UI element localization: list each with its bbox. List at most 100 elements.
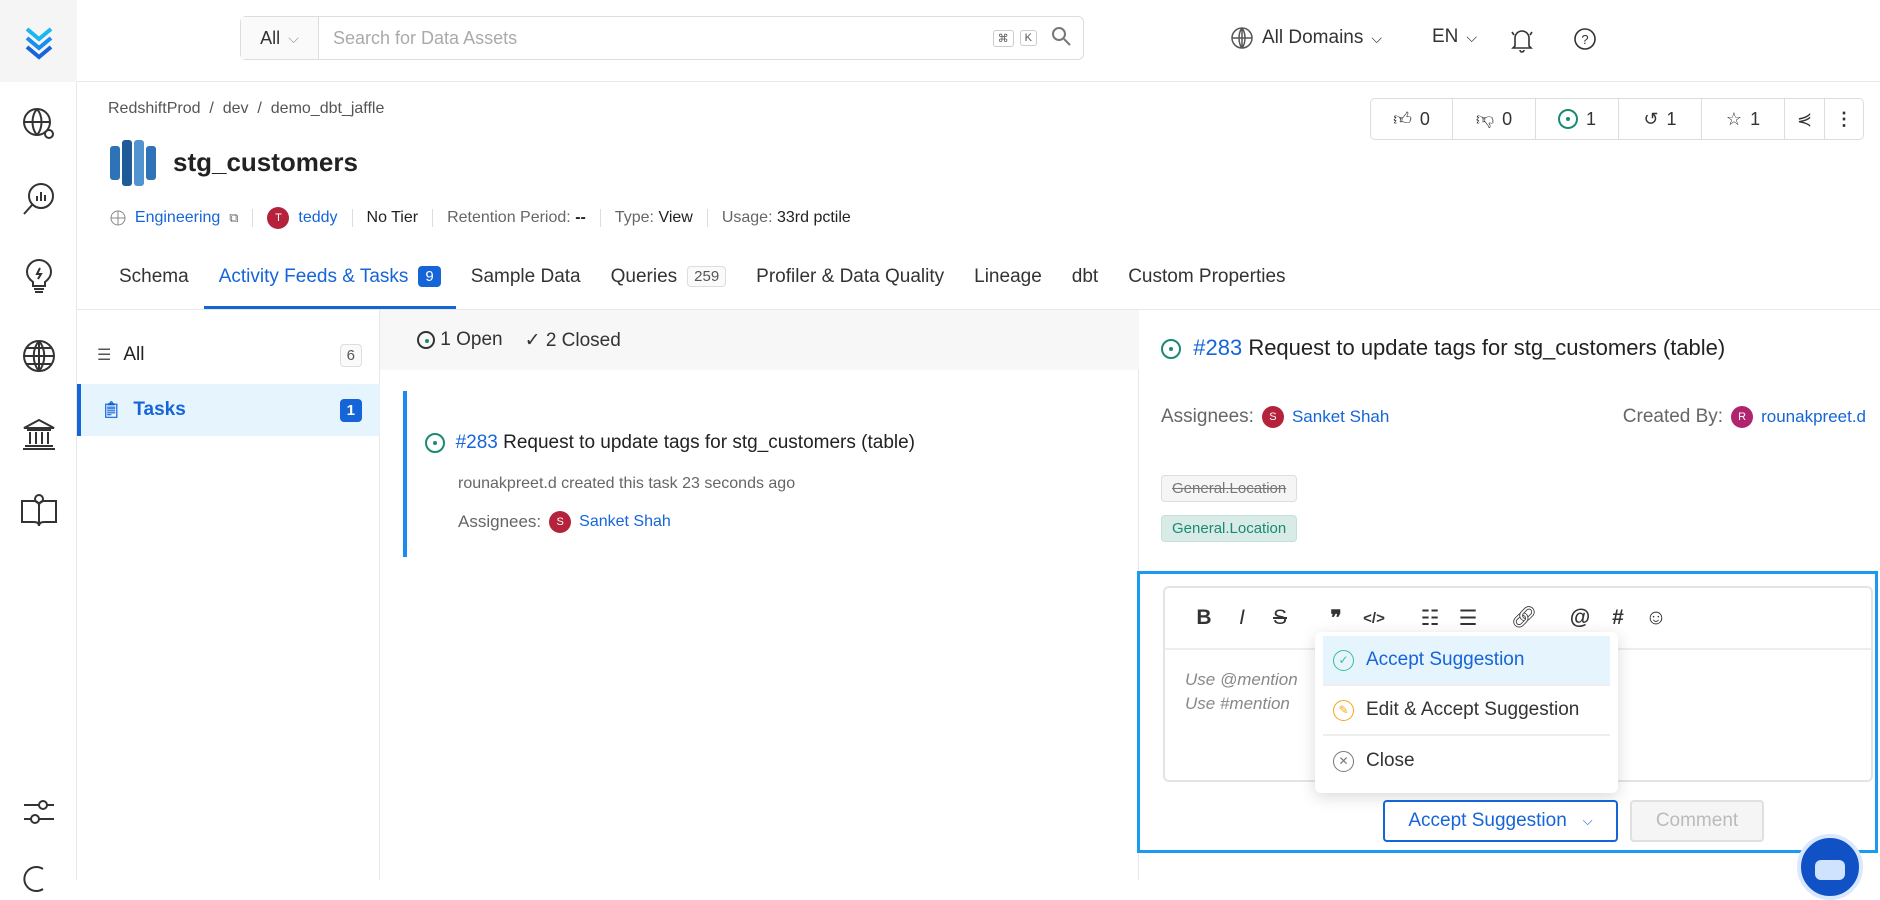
tab-label: Schema [119,266,189,287]
owner-link[interactable]: teddy [298,209,337,227]
accept-suggestion-button[interactable]: Accept Suggestion ⌵ [1383,800,1618,842]
tab-schema[interactable]: Schema [104,262,204,309]
quote-icon[interactable]: ❞ [1317,606,1355,631]
filter-tasks[interactable]: 📋︎ Tasks 1 [77,384,380,436]
tab-queries[interactable]: Queries 259 [596,262,742,309]
menu-edit-accept-suggestion[interactable]: ✎ Edit & Accept Suggestion [1323,686,1610,736]
bullet-list-icon[interactable]: ☰ [1449,606,1487,631]
ordered-list-icon[interactable]: ☷ [1411,606,1449,631]
created-by-label: Created By: [1622,406,1724,427]
logout-icon[interactable] [18,858,60,900]
emoji-icon[interactable]: ☺ [1637,606,1675,630]
tab-custom-properties[interactable]: Custom Properties [1113,262,1300,309]
kebab-menu-icon: ⋮ [1835,108,1853,129]
share-button[interactable]: ⋞ [1785,99,1825,139]
notifications-bell-icon[interactable] [1509,26,1535,59]
edit-domain-icon[interactable]: ⧉ [229,210,238,226]
closed-tasks-filter[interactable]: ✓ 2 Closed [525,329,621,352]
filter-all[interactable]: ☰ All 6 [77,329,380,381]
tier-label[interactable]: No Tier [367,209,419,227]
task-id-link[interactable]: #283 [456,432,498,453]
menu-accept-suggestion[interactable]: ✓ Accept Suggestion [1323,636,1610,686]
menu-label: Close [1366,750,1415,771]
redshift-icon [110,138,156,193]
hashtag-icon[interactable]: # [1599,606,1637,630]
assignee-link[interactable]: Sanket Shah [1292,407,1389,427]
comment-button[interactable]: Comment [1630,800,1764,842]
menu-label: Edit & Accept Suggestion [1366,699,1580,720]
version-count: 1 [1666,108,1677,129]
tab-count-badge: 9 [418,266,441,287]
tasks-button[interactable]: 1 [1536,99,1619,139]
dislike-button[interactable]: 👎︎ 0 [1453,99,1536,139]
task-status-bar: 1 Open ✓ 2 Closed [380,310,1139,370]
tab-lineage[interactable]: Lineage [959,262,1057,309]
version-button[interactable]: ↺ 1 [1619,99,1702,139]
filter-count: 6 [339,343,362,367]
glossary-book-icon[interactable] [18,490,60,532]
help-icon[interactable]: ? [1573,27,1597,56]
more-options-button[interactable]: ⋮ [1825,99,1863,139]
type-label: Type: [614,209,654,226]
follow-button[interactable]: ☆ 1 [1702,99,1785,139]
feed-filter-panel: ☰ All 6 📋︎ Tasks 1 [77,310,380,880]
search-input[interactable]: Search for Data Assets [319,28,993,49]
menu-close[interactable]: ✕ Close [1323,736,1610,786]
entity-meta: Engineering ⧉ T teddy No Tier Retention … [110,206,851,230]
app-logo[interactable] [0,0,77,82]
breadcrumb-database[interactable]: dev [223,100,249,117]
kbd-cmd: ⌘ [992,29,1014,47]
search-bar[interactable]: All ⌵ Search for Data Assets ⌘ K [240,16,1084,60]
mention-icon[interactable]: @ [1561,606,1599,630]
code-icon[interactable]: </> [1355,610,1393,627]
like-button[interactable]: 👍︎ 0 [1371,99,1453,139]
closed-label: 2 Closed [545,329,621,351]
search-icon[interactable] [1051,26,1071,51]
assignee-link[interactable]: Sanket Shah [579,513,671,531]
language-selector[interactable]: EN ⌵ [1432,26,1477,48]
creator-link[interactable]: rounakpreet.d [1761,407,1866,427]
domain-label: All Domains [1262,27,1364,48]
dislike-count: 0 [1502,108,1513,129]
insights-bulb-icon[interactable] [18,255,60,297]
assignees-label: Assignees: [1161,406,1254,427]
clipboard-icon: 📋︎ [101,402,122,419]
italic-icon[interactable]: I [1223,606,1261,630]
data-quality-icon[interactable] [18,178,60,220]
domain-link[interactable]: Engineering [135,209,220,227]
strikethrough-icon[interactable]: S [1261,606,1299,630]
assistant-bot-icon[interactable] [1797,834,1863,900]
chevron-down-icon: ⌵ [288,29,299,46]
settings-sliders-icon[interactable] [18,791,60,833]
search-scope-select[interactable]: All ⌵ [241,17,319,59]
check-icon: ✓ [524,329,541,351]
button-label: Comment [1655,810,1739,831]
breadcrumb-schema[interactable]: demo_dbt_jaffle [271,100,385,117]
link-icon[interactable]: 🔗︎ [1505,606,1543,630]
tab-dbt[interactable]: dbt [1057,262,1113,309]
tab-label: dbt [1071,266,1099,287]
open-tasks-filter[interactable]: 1 Open [417,329,503,351]
kbd-k: K [1019,30,1037,46]
tab-activity-feeds[interactable]: Activity Feeds & Tasks 9 [203,262,456,309]
menu-label: Accept Suggestion [1366,649,1525,670]
tab-profiler[interactable]: Profiler & Data Quality [741,262,959,309]
tab-label: Activity Feeds & Tasks [218,266,409,287]
tab-sample-data[interactable]: Sample Data [456,262,596,309]
task-card[interactable]: #283 Request to update tags for stg_cust… [403,391,1103,557]
tab-count-badge: 259 [687,266,727,287]
domains-globe-icon[interactable] [18,335,60,377]
tab-label: Profiler & Data Quality [756,266,945,287]
breadcrumb-service[interactable]: RedshiftProd [108,100,201,117]
governance-icon[interactable] [18,413,60,455]
task-id-link[interactable]: #283 [1193,335,1242,360]
like-count: 0 [1419,108,1430,129]
explore-icon[interactable] [18,103,60,145]
star-icon: ☆ [1725,108,1743,129]
svg-text:?: ? [1581,32,1588,47]
domain-selector[interactable]: All Domains ⌵ [1230,26,1382,50]
chevron-down-icon: ⌵ [1371,29,1382,46]
task-list-panel: 1 Open ✓ 2 Closed #283 Request to update… [380,310,1139,880]
bold-icon[interactable]: B [1185,606,1223,630]
creator-avatar: R [1731,406,1754,428]
